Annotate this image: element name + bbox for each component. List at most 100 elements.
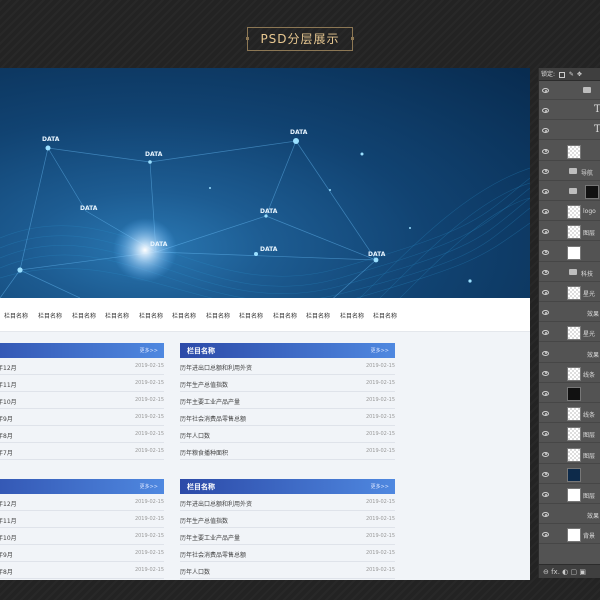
- item-title[interactable]: 历年进出口总额和利用外资: [180, 363, 252, 372]
- layers-footer[interactable]: ⊖ fx. ◐ ▢ ▣: [539, 564, 600, 578]
- layer-name[interactable]: 效果: [587, 309, 599, 318]
- item-title[interactable]: 历年粮食播种面积: [180, 448, 228, 457]
- list-item[interactable]: 历年主要工业产品产量 2019-02-15: [180, 392, 395, 409]
- more-link[interactable]: 更多>>: [140, 347, 158, 354]
- lock-paint-icon[interactable]: ✎: [569, 71, 574, 78]
- list-item[interactable]: 年9月 2019-02-15: [0, 409, 164, 426]
- item-title[interactable]: 历年人口数: [180, 431, 210, 440]
- layer-name[interactable]: 星光: [583, 289, 595, 298]
- visibility-eye-icon[interactable]: [542, 451, 549, 457]
- layer-row[interactable]: 背景: [539, 526, 600, 545]
- layer-row[interactable]: 效果: [539, 345, 600, 363]
- visibility-eye-icon[interactable]: [542, 189, 549, 194]
- visibility-eye-icon[interactable]: [542, 249, 549, 255]
- nav-item[interactable]: 栏目名称: [139, 311, 163, 320]
- visibility-eye-icon[interactable]: [542, 269, 549, 275]
- item-title[interactable]: 年10月: [0, 397, 17, 406]
- layer-row[interactable]: 线条: [539, 405, 600, 424]
- layer-row[interactable]: logo: [539, 203, 600, 222]
- item-title[interactable]: 历年人口数: [180, 567, 210, 576]
- layer-row[interactable]: 星光: [539, 284, 600, 302]
- nav-item[interactable]: 栏目名称: [38, 311, 62, 320]
- visibility-eye-icon[interactable]: [542, 391, 549, 396]
- layer-name[interactable]: 图层: [583, 491, 595, 500]
- layer-name[interactable]: 线条: [583, 370, 595, 379]
- item-title[interactable]: 历年主要工业产品产量: [180, 397, 240, 406]
- list-item[interactable]: 历年粮食播种面积 2019-02-15: [180, 443, 395, 460]
- layer-row[interactable]: 星光: [539, 324, 600, 343]
- more-link[interactable]: 更多>>: [371, 483, 389, 490]
- layer-name[interactable]: 科技: [581, 269, 593, 278]
- visibility-eye-icon[interactable]: [542, 370, 549, 376]
- item-title[interactable]: 年12月: [0, 363, 17, 372]
- list-item[interactable]: 年11月 2019-02-15: [0, 375, 164, 392]
- layer-name[interactable]: 线条: [583, 410, 595, 419]
- nav-item[interactable]: 栏目名称: [273, 311, 297, 320]
- layer-name[interactable]: 效果: [587, 350, 599, 359]
- list-item[interactable]: 年10月 2019-02-15: [0, 528, 164, 545]
- list-item[interactable]: 历年生产总值指数 2019-02-15: [180, 375, 395, 392]
- list-item[interactable]: 年11月 2019-02-15: [0, 511, 164, 528]
- list-item[interactable]: 年8月 2019-02-15: [0, 562, 164, 579]
- visibility-eye-icon[interactable]: [542, 512, 549, 518]
- layer-row[interactable]: T: [539, 102, 600, 121]
- layer-name[interactable]: 图层: [583, 430, 595, 439]
- visibility-eye-icon[interactable]: [542, 209, 549, 215]
- list-item[interactable]: 年12月 2019-02-15: [0, 358, 164, 375]
- layer-row[interactable]: 图层: [539, 486, 600, 504]
- list-item[interactable]: 历年社会消费品零售总额 2019-02-15: [180, 545, 395, 562]
- visibility-eye-icon[interactable]: [542, 108, 549, 114]
- layer-name[interactable]: 导航: [581, 168, 593, 177]
- nav-item[interactable]: 栏目名称: [206, 311, 230, 320]
- list-item[interactable]: 历年进出口总额和利用外资 2019-02-15: [180, 358, 395, 375]
- visibility-eye-icon[interactable]: [542, 350, 549, 356]
- visibility-eye-icon[interactable]: [542, 168, 549, 174]
- layer-row[interactable]: [539, 143, 600, 161]
- layer-name[interactable]: 星光: [583, 329, 595, 338]
- visibility-eye-icon[interactable]: [542, 411, 549, 417]
- list-item[interactable]: 历年社会消费品零售总额 2019-02-15: [180, 409, 395, 426]
- item-title[interactable]: 历年生产总值指数: [180, 516, 228, 525]
- item-title[interactable]: 年11月: [0, 380, 17, 389]
- layer-name[interactable]: 背景: [583, 531, 595, 540]
- item-title[interactable]: 年10月: [0, 533, 17, 542]
- layer-row[interactable]: 图层: [539, 223, 600, 242]
- more-link[interactable]: 更多>>: [140, 483, 158, 490]
- nav-item[interactable]: 栏目名称: [72, 311, 96, 320]
- layer-row[interactable]: [539, 82, 600, 100]
- item-title[interactable]: 历年生产总值指数: [180, 380, 228, 389]
- visibility-eye-icon[interactable]: [542, 229, 549, 235]
- layer-name[interactable]: logo: [583, 208, 596, 215]
- more-link[interactable]: 更多>>: [371, 347, 389, 354]
- visibility-eye-icon[interactable]: [542, 492, 549, 497]
- item-title[interactable]: 历年社会消费品零售总额: [180, 414, 246, 423]
- visibility-eye-icon[interactable]: [542, 148, 549, 154]
- item-title[interactable]: 年9月: [0, 414, 13, 423]
- nav-item[interactable]: 栏目名称: [172, 311, 196, 320]
- list-item[interactable]: 年10月 2019-02-15: [0, 392, 164, 409]
- nav-item[interactable]: 栏目名称: [340, 311, 364, 320]
- list-item[interactable]: 历年人口数 2019-02-15: [180, 426, 395, 443]
- layer-row[interactable]: [539, 183, 600, 201]
- nav-item[interactable]: 栏目名称: [239, 311, 263, 320]
- layer-row[interactable]: 线条: [539, 365, 600, 383]
- layer-row[interactable]: [539, 385, 600, 403]
- layer-row[interactable]: T: [539, 122, 600, 141]
- layer-row[interactable]: 图层: [539, 446, 600, 464]
- list-item[interactable]: 历年主要工业产品产量 2019-02-15: [180, 528, 395, 545]
- layer-row[interactable]: 效果: [539, 304, 600, 323]
- layer-row[interactable]: 图层: [539, 425, 600, 444]
- layer-name[interactable]: 图层: [583, 451, 595, 460]
- visibility-eye-icon[interactable]: [542, 330, 549, 336]
- list-item[interactable]: 历年人口数 2019-02-15: [180, 562, 395, 579]
- nav-item[interactable]: 栏目名称: [105, 311, 129, 320]
- item-title[interactable]: 年8月: [0, 567, 13, 576]
- item-title[interactable]: 年8月: [0, 431, 13, 440]
- list-item[interactable]: 年8月 2019-02-15: [0, 426, 164, 443]
- layer-name[interactable]: 效果: [587, 511, 599, 520]
- layer-row[interactable]: 效果: [539, 506, 600, 525]
- lock-move-icon[interactable]: ✥: [577, 71, 582, 78]
- nav-item[interactable]: 栏目名称: [373, 311, 397, 320]
- visibility-eye-icon[interactable]: [542, 431, 549, 437]
- visibility-eye-icon[interactable]: [542, 471, 549, 477]
